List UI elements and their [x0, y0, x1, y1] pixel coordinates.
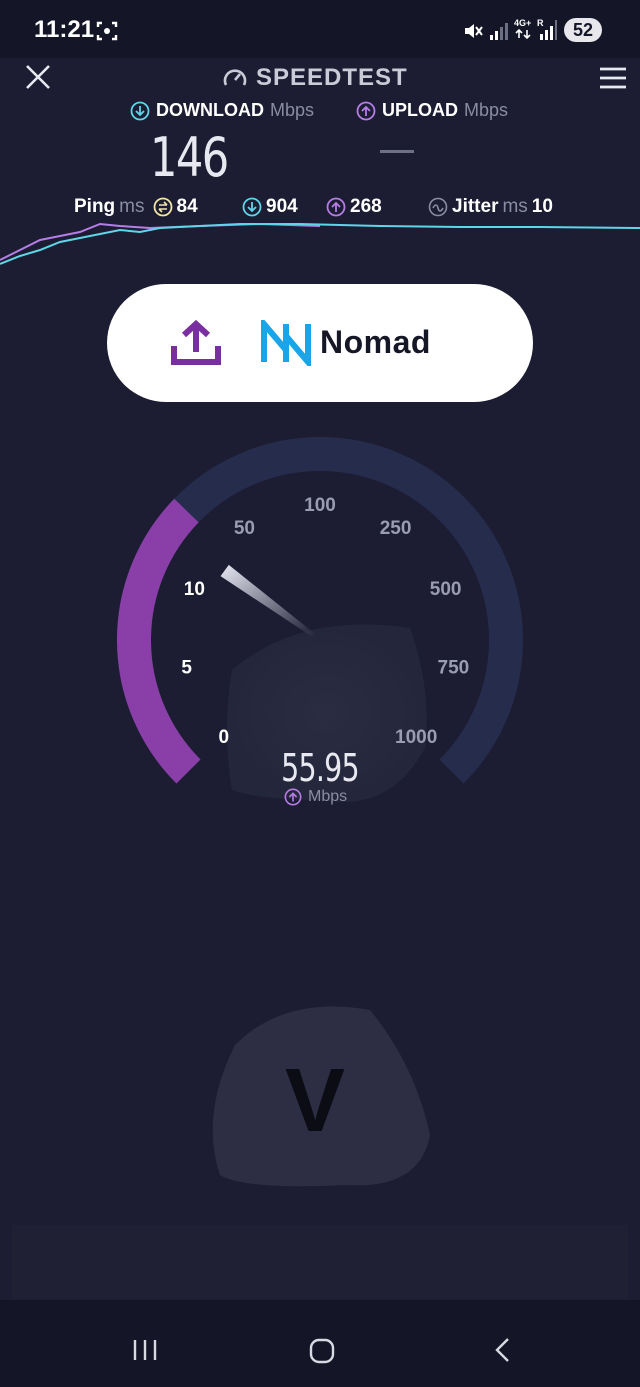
download-value: 146: [150, 126, 229, 189]
upload-arrow-icon: [284, 788, 302, 806]
bottom-panel: [12, 1225, 628, 1299]
recent-apps-button[interactable]: [130, 1335, 160, 1365]
upload-arrow-icon: [356, 101, 376, 120]
vpn-letter: V: [285, 1051, 346, 1151]
upload-value-placeholder: [380, 150, 414, 153]
download-label: DOWNLOAD: [156, 100, 264, 120]
upload-header: UPLOAD Mbps: [356, 100, 508, 121]
gauge-tick-label: 0: [219, 727, 230, 748]
screenshot-icon: [96, 21, 118, 41]
upload-unit: Mbps: [464, 100, 509, 120]
battery-icon: 52: [564, 18, 602, 42]
status-time: 11:21: [34, 16, 95, 43]
current-speed-unit: Mbps: [284, 788, 347, 806]
home-button[interactable]: [306, 1335, 338, 1367]
gauge-tick-label: 50: [234, 518, 255, 539]
speedometer-icon: [223, 69, 247, 86]
speedtest-logo: SPEEDTEST: [222, 62, 408, 94]
download-graph-line: [0, 223, 640, 265]
gauge-tick-label: 100: [304, 495, 336, 516]
upload-label: UPLOAD: [382, 100, 458, 120]
gauge-tick-label: 250: [380, 518, 412, 539]
download-header: DOWNLOAD Mbps: [130, 100, 314, 121]
mute-icon: [465, 24, 483, 38]
ad-brand: Nomad: [320, 324, 431, 360]
download-arrow-icon: [130, 101, 150, 120]
current-speed-value: 55.95: [281, 746, 360, 790]
speed-unit-label: Mbps: [308, 788, 348, 805]
menu-button[interactable]: [598, 66, 628, 90]
upload-graph-line: [0, 222, 321, 261]
gauge-tick-label: 500: [430, 579, 462, 600]
gauge-progress: [117, 498, 201, 784]
ad-banner[interactable]: Nomad: [107, 284, 533, 402]
svg-text:R: R: [537, 18, 544, 28]
app-bar: SPEEDTEST: [0, 58, 640, 98]
download-unit: Mbps: [269, 100, 314, 120]
back-button[interactable]: [488, 1335, 518, 1365]
close-button[interactable]: [24, 63, 52, 91]
speed-graph: [0, 222, 640, 265]
4g-plus-icon: 4G+: [514, 18, 531, 40]
svg-text:4G+: 4G+: [514, 18, 531, 28]
nomad-logo-icon: [261, 320, 311, 366]
roaming-signal-icon: R: [537, 18, 557, 40]
upload-icon: [171, 319, 221, 365]
gauge-needle: [220, 564, 315, 637]
app-title: SPEEDTEST: [256, 64, 408, 91]
gauge-tick-label: 1000: [395, 727, 437, 748]
signal-icon: [490, 23, 508, 40]
gauge-tick-label: 5: [181, 658, 192, 679]
gauge-tick-label: 750: [438, 658, 470, 679]
status-bar: 11:21 4G+ R 52: [0, 0, 640, 58]
gauge-tick-label: 10: [184, 579, 205, 600]
